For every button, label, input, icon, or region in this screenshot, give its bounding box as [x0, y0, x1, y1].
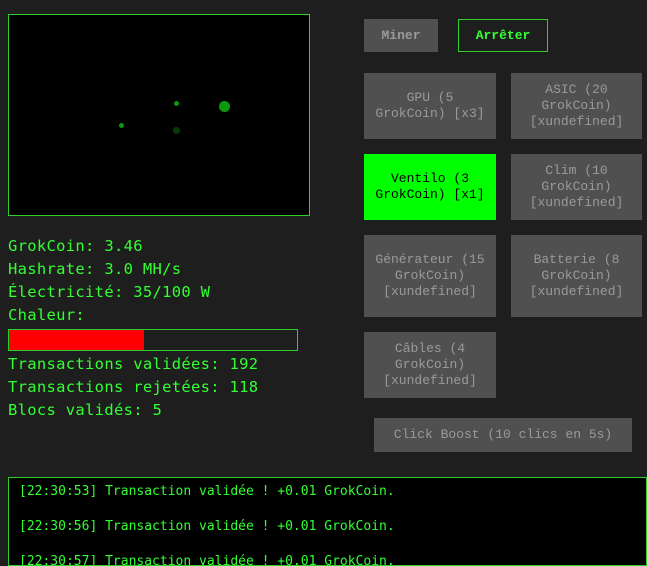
buy-battery-button[interactable]: Batterie (8 GrokCoin) [xundefined]: [511, 235, 642, 317]
event-log[interactable]: [22:30:53] Transaction validée ! +0.01 G…: [8, 477, 647, 566]
particle: [219, 101, 230, 112]
click-boost-button[interactable]: Click Boost (10 clics en 5s): [374, 418, 632, 452]
transactions-validated: Transactions validées: 192: [8, 355, 259, 373]
buy-ac-button[interactable]: Clim (10 GrokCoin) [xundefined]: [511, 154, 642, 220]
heat-bar: [8, 329, 298, 351]
hashrate: Hashrate: 3.0 MH/s: [8, 260, 182, 278]
particle: [119, 123, 124, 128]
particle: [173, 127, 180, 134]
particle: [174, 101, 179, 106]
stop-button[interactable]: Arrêter: [458, 19, 548, 52]
log-entry: [22:30:56] Transaction validée ! +0.01 G…: [19, 519, 395, 534]
heat-bar-fill: [9, 330, 145, 350]
heat-label: Chaleur:: [8, 306, 86, 324]
buy-fan-button[interactable]: Ventilo (3 GrokCoin) [x1]: [364, 154, 496, 220]
grokcoin-balance: GrokCoin: 3.46: [8, 237, 143, 255]
buy-gpu-button[interactable]: GPU (5 GrokCoin) [x3]: [364, 73, 496, 139]
buy-asic-button[interactable]: ASIC (20 GrokCoin) [xundefined]: [511, 73, 642, 139]
electricity: Électricité: 35/100 W: [8, 283, 211, 301]
transactions-rejected: Transactions rejetées: 118: [8, 378, 259, 396]
log-entry: [22:30:53] Transaction validée ! +0.01 G…: [19, 484, 395, 499]
buy-cables-button[interactable]: Câbles (4 GrokCoin) [xundefined]: [364, 332, 496, 398]
mining-canvas: [8, 14, 310, 216]
stats-panel: GrokCoin: 3.46 Hashrate: 3.0 MH/s Électr…: [8, 235, 308, 422]
buy-generator-button[interactable]: Générateur (15 GrokCoin) [xundefined]: [364, 235, 496, 317]
mine-button[interactable]: Miner: [364, 19, 438, 52]
blocks-validated: Blocs validés: 5: [8, 401, 163, 419]
log-entry: [22:30:57] Transaction validée ! +0.01 G…: [19, 554, 395, 566]
